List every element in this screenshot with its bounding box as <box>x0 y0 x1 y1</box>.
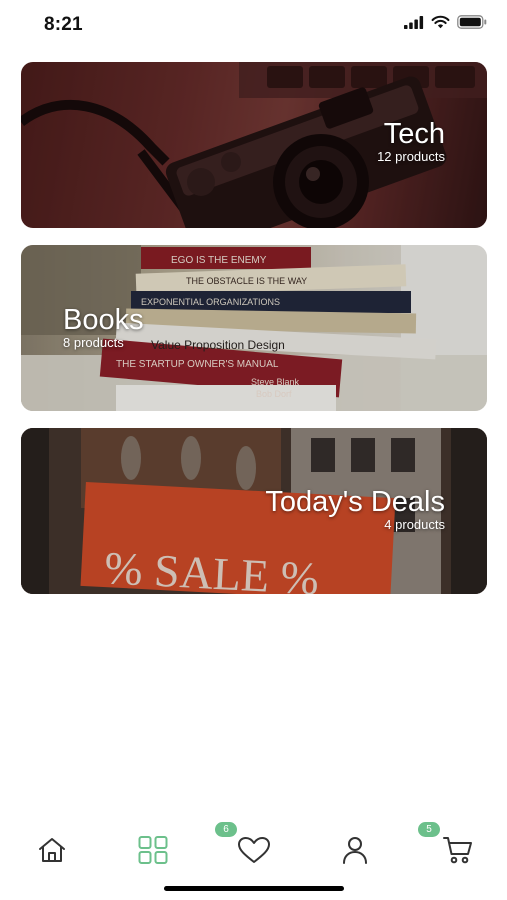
nav-profile[interactable] <box>333 830 377 874</box>
battery-icon <box>457 15 487 34</box>
category-card-tech[interactable]: Tech 12 products <box>21 62 487 228</box>
bottom-nav: 6 5 <box>0 818 507 888</box>
home-indicator <box>164 886 344 891</box>
nav-categories[interactable] <box>131 830 175 874</box>
profile-icon <box>342 836 368 869</box>
status-time: 8:21 <box>44 14 83 35</box>
categories-icon <box>138 835 168 869</box>
screen: 8:21 Tech 12 products EGO IS THE ENEMY T… <box>0 0 507 900</box>
cart-icon <box>443 836 473 869</box>
category-title: Books <box>63 304 144 336</box>
deals-card-text: Today's Deals 4 products <box>265 487 445 532</box>
category-card-books[interactable]: EGO IS THE ENEMY THE OBSTACLE IS THE WAY… <box>21 245 487 411</box>
heart-icon <box>237 836 271 869</box>
category-count: 12 products <box>377 149 445 164</box>
category-count: 8 products <box>63 335 124 350</box>
status-icons <box>404 15 487 34</box>
books-card-text: Books 8 products <box>63 305 144 350</box>
nav-home[interactable] <box>30 830 74 874</box>
status-bar: 8:21 <box>0 0 507 52</box>
category-card-todays-deals[interactable]: % SALE % Today's Deals 4 products <box>21 428 487 594</box>
wifi-icon <box>431 15 450 34</box>
category-title: Tech <box>383 118 445 150</box>
nav-cart[interactable] <box>436 830 480 874</box>
signal-icon <box>404 15 424 34</box>
nav-favorites[interactable] <box>232 830 276 874</box>
home-icon <box>37 836 67 869</box>
favorites-badge: 6 <box>215 822 237 837</box>
category-count: 4 products <box>384 517 445 532</box>
category-title: Today's Deals <box>265 486 445 518</box>
cart-badge: 5 <box>418 822 440 837</box>
tech-card-text: Tech 12 products <box>377 119 445 164</box>
